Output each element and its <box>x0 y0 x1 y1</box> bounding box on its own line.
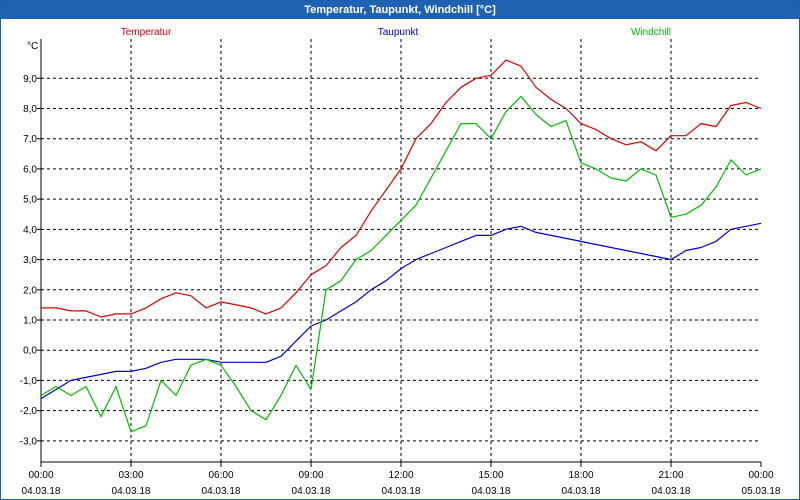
x-tick-time-label: 00:00 <box>28 470 53 481</box>
y-tick-label: 5,0 <box>23 195 37 206</box>
y-tick-label: 6,0 <box>23 164 37 175</box>
x-tick-date-label: 05.03.18 <box>742 486 781 497</box>
x-tick-time-label: 21:00 <box>658 470 683 481</box>
x-tick-date-label: 04.03.18 <box>22 486 61 497</box>
legend-windchill: Windchill <box>631 27 671 38</box>
y-tick-label: 1,0 <box>23 315 37 326</box>
x-tick-date-label: 04.03.18 <box>562 486 601 497</box>
y-tick-label: 8,0 <box>23 104 37 115</box>
y-tick-label: 2,0 <box>23 285 37 296</box>
y-tick-label: -1,0 <box>20 376 38 387</box>
x-tick-date-label: 04.03.18 <box>112 486 151 497</box>
y-tick-label: 0,0 <box>23 346 37 357</box>
x-tick-date-label: 04.03.18 <box>472 486 511 497</box>
x-tick-time-label: 15:00 <box>478 470 503 481</box>
series-line-temperatur <box>41 59 762 318</box>
x-tick-time-label: 09:00 <box>298 470 323 481</box>
y-tick-label: -3,0 <box>20 436 38 447</box>
y-axis-unit-label: °C <box>27 41 38 52</box>
x-tick-time-label: 12:00 <box>388 470 413 481</box>
x-tick-time-label: 03:00 <box>118 470 143 481</box>
legend-taupunkt: Taupunkt <box>378 27 419 38</box>
legend-temperatur: Temperatur <box>121 27 172 38</box>
y-tick-label: -2,0 <box>20 406 38 417</box>
x-tick-date-label: 04.03.18 <box>202 486 241 497</box>
x-tick-time-label: 00:00 <box>748 470 773 481</box>
line-chart: -3,0 -2,0 -1,0 0,0 1,0 2,0 3,0 4,0 5,0 6,0 7,0 8,0 9… <box>20 27 781 497</box>
x-tick-date-label: 04.03.18 <box>652 486 691 497</box>
x-tick-time-label: 18:00 <box>568 470 593 481</box>
chart-window: Temperatur, Taupunkt, Windchill [°C] -3,… <box>0 0 800 500</box>
x-tick-date-label: 04.03.18 <box>292 486 331 497</box>
x-tick-date-label: 04.03.18 <box>382 486 421 497</box>
x-tick-time-label: 06:00 <box>208 470 233 481</box>
y-tick-label: 4,0 <box>23 225 37 236</box>
y-tick-label: 3,0 <box>23 255 37 266</box>
y-tick-label: 9,0 <box>23 74 37 85</box>
y-tick-label: 7,0 <box>23 134 37 145</box>
